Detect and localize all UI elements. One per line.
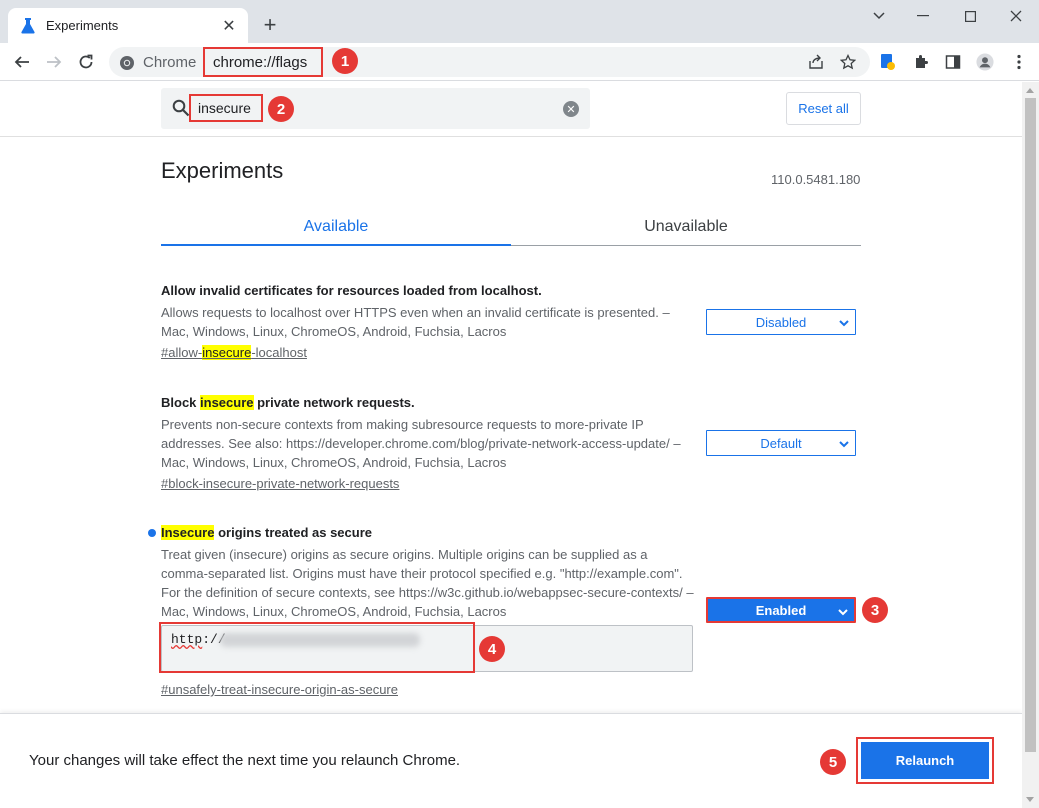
browser-toolbar: Chrome chrome://flags 1 (0, 43, 1039, 81)
annotation-badge-5: 5 (820, 749, 846, 775)
experiment-block-insecure-private-network: Block insecure private network requests.… (161, 394, 696, 493)
experiment-link[interactable]: #allow-insecure-localhost (161, 344, 696, 362)
active-tab-indicator (161, 244, 511, 246)
select-value: Default (760, 435, 802, 451)
bookmark-star-icon[interactable] (839, 53, 857, 70)
clear-search-icon[interactable]: ✕ (563, 101, 579, 117)
tab-search-chevron-icon[interactable] (864, 6, 894, 26)
tab-strip: Experiments ✕ + (0, 0, 1039, 43)
extensions-puzzle-icon[interactable] (912, 53, 930, 71)
site-chip-label: Chrome (143, 54, 197, 71)
chevron-down-icon (838, 605, 848, 620)
new-tab-icon[interactable]: + (258, 12, 282, 37)
omnibox[interactable]: Chrome chrome://flags (109, 47, 870, 77)
extension-badge-icon[interactable] (879, 53, 897, 71)
chevron-down-icon (839, 437, 849, 452)
experiment-unsafely-treat-insecure-origin: Insecure origins treated as secure Treat… (161, 524, 696, 621)
relaunch-button[interactable]: Relaunch (856, 737, 994, 784)
flags-page: insecure ✕ 2 Reset all Experiments 110.0… (0, 82, 1022, 808)
experiment-description: Treat given (insecure) origins as secure… (161, 547, 694, 619)
search-input[interactable]: insecure (189, 94, 263, 122)
experiment-name: Insecure origins treated as secure (161, 525, 372, 540)
chrome-logo-icon (119, 55, 135, 71)
scroll-thumb[interactable] (1025, 98, 1036, 752)
experiment-select-unsafely-treat-insecure-origin[interactable]: Enabled (706, 597, 856, 623)
tab-available[interactable]: Available (161, 207, 511, 247)
back-arrow-icon[interactable] (10, 50, 34, 74)
search-icon (172, 99, 190, 122)
relaunch-message: Your changes will take effect the next t… (29, 752, 461, 769)
experiment-select-block-insecure-private-network[interactable]: Default (706, 430, 856, 456)
share-icon[interactable] (808, 54, 824, 70)
experiment-link-row: #unsafely-treat-insecure-origin-as-secur… (161, 678, 696, 699)
url-text[interactable]: chrome://flags (203, 47, 323, 77)
select-value: Enabled (755, 602, 807, 618)
browser-tab[interactable]: Experiments ✕ (8, 8, 248, 43)
forward-arrow-icon[interactable] (42, 50, 66, 74)
modified-indicator-dot (148, 529, 156, 537)
experiment-name: Block insecure private network requests. (161, 395, 415, 410)
page-title: Experiments (161, 158, 284, 183)
annotation-badge-1: 1 (332, 48, 358, 74)
annotation-badge-3: 3 (862, 597, 888, 623)
experiment-allow-insecure-localhost: Allow invalid certificates for resources… (161, 282, 696, 362)
scroll-up-arrow-icon[interactable] (1026, 88, 1034, 93)
annotation-outline-4 (159, 622, 475, 673)
experiment-name: Allow invalid certificates for resources… (161, 283, 542, 298)
close-tab-icon[interactable]: ✕ (220, 17, 238, 35)
kebab-menu-icon[interactable] (1010, 53, 1028, 71)
experiment-description: Prevents non-secure contexts from making… (161, 417, 681, 470)
select-value: Disabled (755, 314, 807, 330)
flags-header: insecure ✕ 2 Reset all (0, 82, 1022, 137)
close-window-icon[interactable] (1001, 6, 1031, 26)
experiment-link[interactable]: #unsafely-treat-insecure-origin-as-secur… (161, 681, 696, 699)
chevron-down-icon (839, 316, 849, 331)
side-panel-icon[interactable] (944, 53, 962, 71)
experiment-select-allow-insecure-localhost[interactable]: Disabled (706, 309, 856, 335)
minimize-icon[interactable] (908, 6, 938, 26)
scroll-down-arrow-icon[interactable] (1026, 797, 1034, 802)
profile-avatar-icon[interactable] (976, 53, 994, 71)
tab-title: Experiments (46, 18, 119, 33)
page-scrollbar[interactable] (1022, 82, 1039, 808)
site-chip[interactable]: Chrome (119, 54, 196, 71)
annotation-badge-2: 2 (268, 96, 294, 122)
relaunch-button-label: Relaunch (861, 742, 989, 779)
tab-unavailable[interactable]: Unavailable (511, 207, 861, 247)
experiment-description: Allows requests to localhost over HTTPS … (161, 305, 670, 339)
relaunch-footer: Your changes will take effect the next t… (0, 713, 1022, 808)
flask-icon (20, 17, 36, 34)
version-number: 110.0.5481.180 (771, 172, 861, 187)
reload-icon[interactable] (74, 50, 98, 74)
experiment-link[interactable]: #block-insecure-private-network-requests (161, 475, 696, 493)
reset-all-button[interactable]: Reset all (786, 92, 861, 125)
maximize-icon[interactable] (955, 6, 985, 26)
search-box[interactable]: insecure ✕ (161, 88, 590, 129)
annotation-badge-4: 4 (479, 636, 505, 662)
